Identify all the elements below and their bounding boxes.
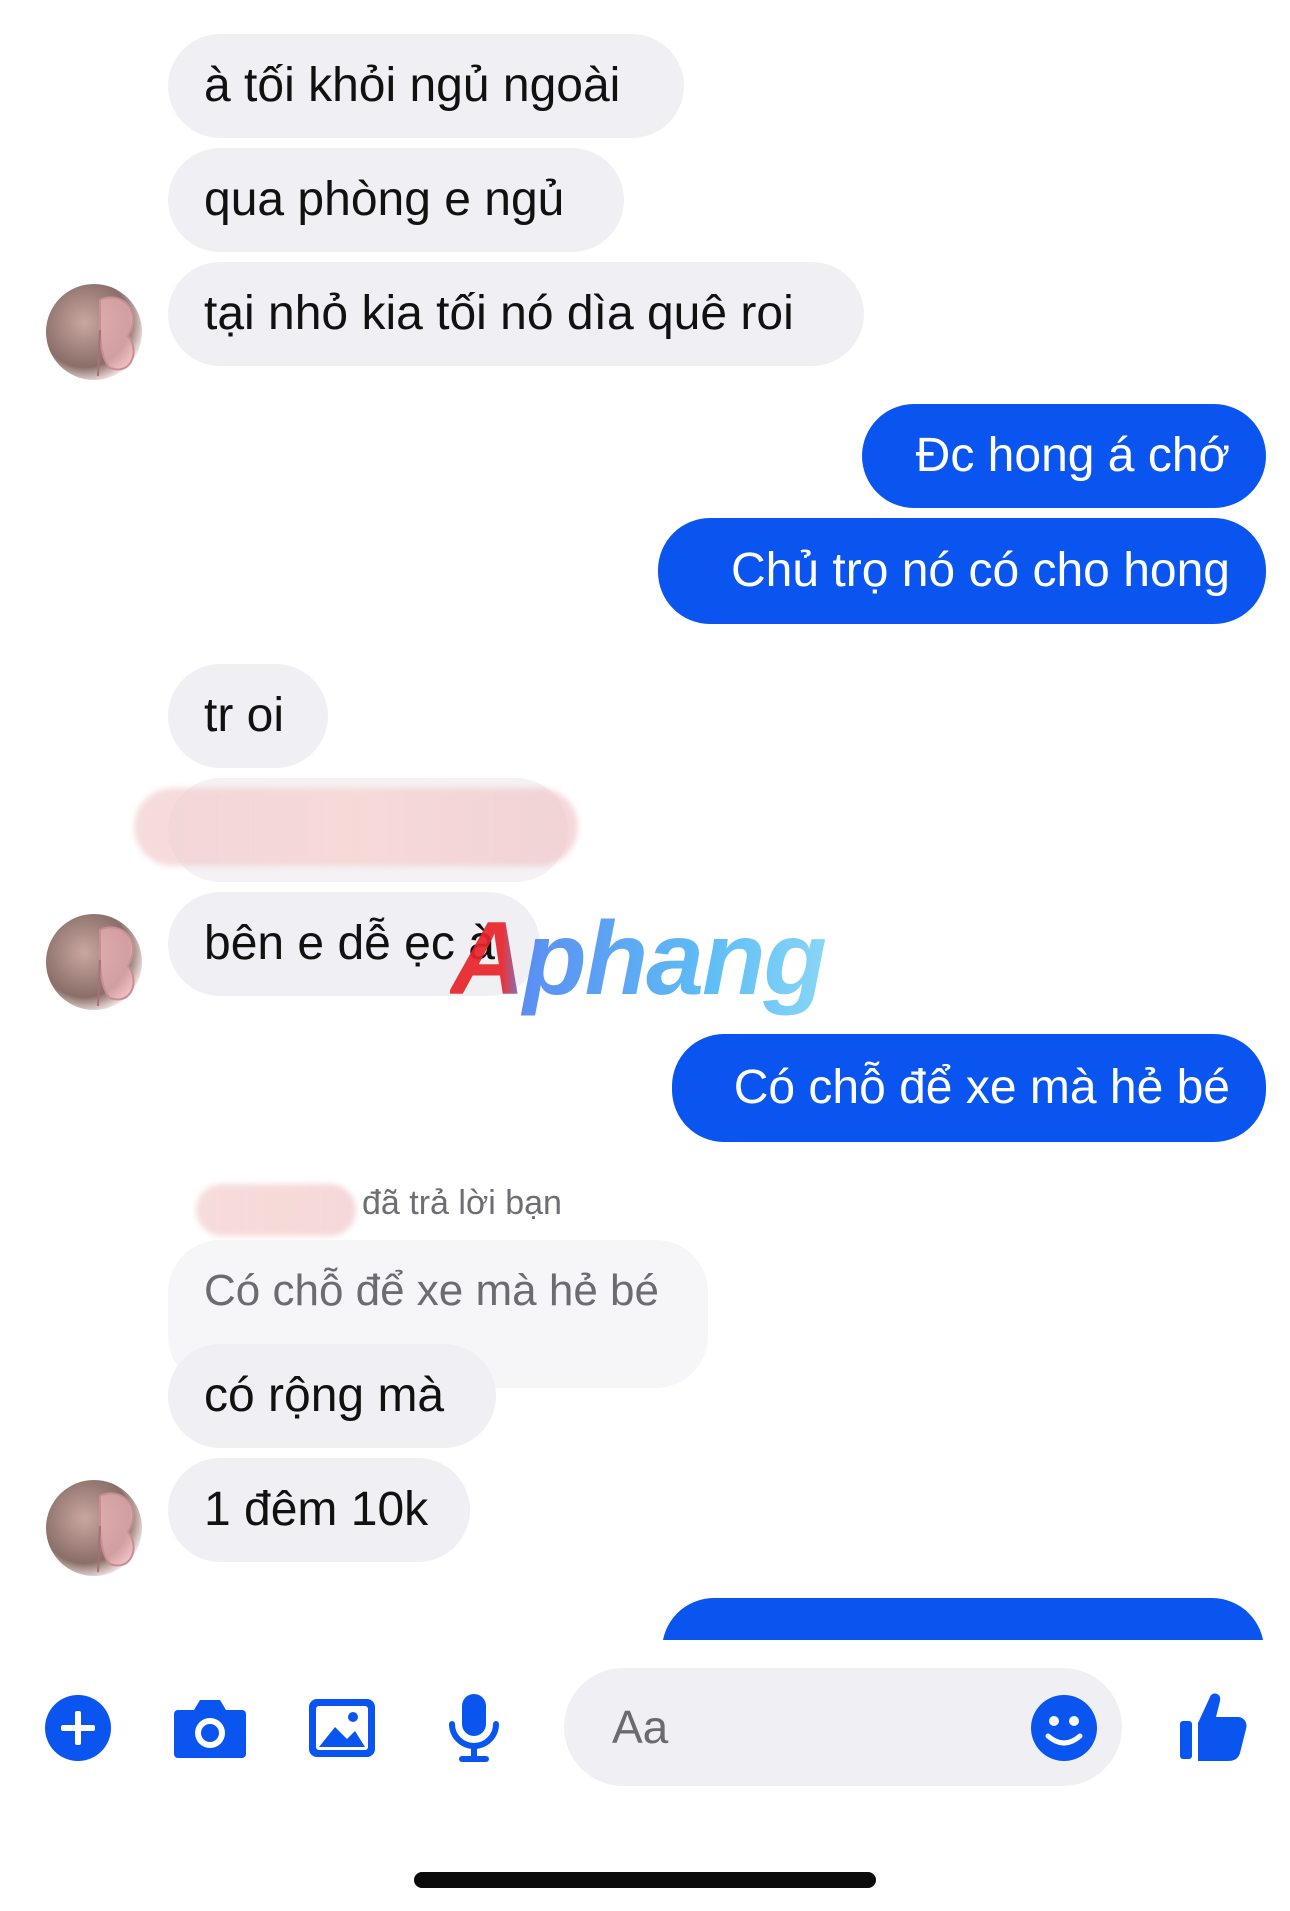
message-text: tr oi <box>204 689 285 742</box>
outgoing-message[interactable]: Có chỗ để xe mà hẻ bé <box>672 1034 1266 1142</box>
plus-button[interactable] <box>38 1688 118 1768</box>
plus-icon <box>45 1695 111 1761</box>
microphone-button[interactable] <box>434 1688 514 1768</box>
message-text: Chủ trọ nó có cho hong <box>730 544 1230 597</box>
outgoing-message[interactable]: Chủ trọ nó có cho hong <box>658 518 1266 624</box>
microphone-icon <box>449 1694 499 1762</box>
message-text: 1 đêm 10k <box>204 1483 429 1536</box>
contact-avatar[interactable] <box>46 1480 142 1576</box>
incoming-message[interactable]: à tối khỏi ngủ ngoài <box>168 34 684 138</box>
image-icon <box>309 1699 375 1757</box>
camera-button[interactable] <box>170 1688 250 1768</box>
like-button[interactable] <box>1172 1686 1252 1766</box>
incoming-message[interactable]: có rộng mà <box>168 1344 496 1448</box>
message-text: à tối khỏi ngủ ngoài <box>204 59 621 112</box>
reply-meta: đã trả lời bạn <box>362 1184 562 1222</box>
incoming-message[interactable]: tr oi <box>168 664 328 768</box>
contact-avatar[interactable] <box>46 914 142 1010</box>
image-button[interactable] <box>302 1688 382 1768</box>
emoji-icon <box>1031 1695 1097 1761</box>
message-text: Có chỗ để xe mà hẻ bé <box>733 1061 1230 1114</box>
redaction-mark <box>196 1184 356 1236</box>
message-text: Đc hong á chớ <box>915 429 1230 482</box>
incoming-message[interactable]: tại nhỏ kia tối nó dìa quê roi <box>168 262 864 366</box>
emoji-button[interactable] <box>1024 1688 1104 1768</box>
message-input-placeholder: Aa <box>612 1701 669 1753</box>
butterfly-icon <box>97 1492 135 1573</box>
home-indicator <box>414 1872 876 1888</box>
incoming-message[interactable]: 1 đêm 10k <box>168 1458 470 1562</box>
thumbs-up-icon <box>1180 1693 1247 1761</box>
butterfly-icon <box>97 926 135 1007</box>
incoming-message[interactable]: qua phòng e ngủ <box>168 148 624 252</box>
redaction-mark <box>134 788 578 866</box>
message-text: qua phòng e ngủ <box>204 173 565 226</box>
butterfly-icon <box>97 296 135 377</box>
message-text: có rộng mà <box>204 1369 445 1422</box>
contact-avatar[interactable] <box>46 284 142 380</box>
outgoing-message[interactable]: Đc hong á chớ <box>862 404 1266 508</box>
camera-icon <box>174 1700 246 1758</box>
message-text: tại nhỏ kia tối nó dìa quê roi <box>204 287 794 340</box>
watermark-logo: Aphang <box>450 901 827 1017</box>
quoted-text: Có chỗ để xe mà hẻ bé <box>204 1266 659 1315</box>
